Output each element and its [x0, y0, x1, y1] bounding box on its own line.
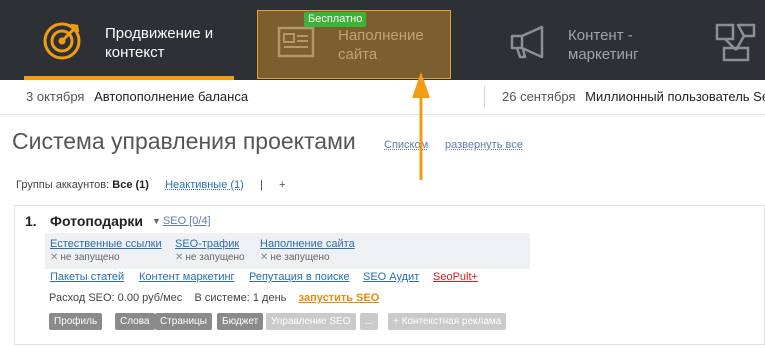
annotation-arrow	[0, 0, 765, 348]
